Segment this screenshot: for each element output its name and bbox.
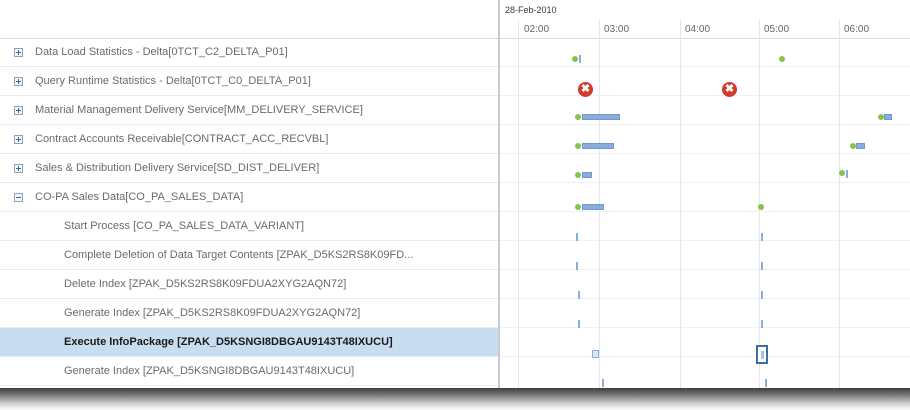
run-bar[interactable] [884, 114, 892, 120]
tree-row-execute-infopackage[interactable]: Execute InfoPackage [ZPAK_D5KSNGI8DBGAU9… [0, 328, 498, 357]
run-marker[interactable] [761, 233, 763, 241]
expand-plus-icon[interactable] [14, 47, 23, 57]
time-tick-label: 06:00 [844, 24, 870, 35]
time-tick-label: 02:00 [524, 24, 550, 35]
tree-row-label: Complete Deletion of Data Target Content… [64, 249, 414, 261]
expand-plus-icon[interactable] [14, 76, 23, 86]
expand-plus-icon[interactable] [14, 134, 23, 144]
green-dot-icon[interactable] [572, 56, 578, 62]
timeline-date: 28-Feb-2010 [505, 5, 557, 15]
run-marker[interactable] [576, 233, 578, 241]
run-marker[interactable] [579, 55, 581, 63]
tree-row-label: Generate Index [ZPAK_D5KSNGI8DBGAU9143T4… [64, 365, 355, 377]
run-marker[interactable] [765, 379, 767, 387]
run-bar[interactable] [582, 114, 620, 120]
run-bar[interactable] [582, 204, 604, 210]
selected-run-box[interactable] [756, 345, 768, 364]
gridline [518, 20, 519, 390]
bottom-shadow [0, 388, 910, 410]
tree-row-label: Sales & Distribution Delivery Service[SD… [35, 162, 320, 174]
time-tick-label: 03:00 [604, 24, 630, 35]
tree-row-generate-index-1[interactable]: Generate Index [ZPAK_D5KS2RS8K09FDUA2XYG… [0, 299, 498, 328]
green-dot-icon[interactable] [839, 170, 845, 176]
time-tick-label: 04:00 [685, 24, 711, 35]
tree-row-start-process[interactable]: Start Process [CO_PA_SALES_DATA_VARIANT] [0, 212, 498, 241]
tree-row-material-management[interactable]: Material Management Delivery Service[MM_… [0, 96, 498, 125]
green-dot-icon[interactable] [758, 204, 764, 210]
tree-row-query-runtime-statistics[interactable]: Query Runtime Statistics - Delta[0TCT_C0… [0, 67, 498, 96]
expand-plus-icon[interactable] [14, 105, 23, 115]
tree-row-label: Start Process [CO_PA_SALES_DATA_VARIANT] [64, 220, 305, 232]
green-dot-icon[interactable] [575, 143, 581, 149]
process-tree: Data Load Statistics - Delta[0TCT_C2_DEL… [0, 0, 498, 390]
time-tick-label: 05:00 [764, 24, 790, 35]
run-marker[interactable] [602, 379, 604, 387]
tree-row-label: Execute InfoPackage [ZPAK_D5KSNGI8DBGAU9… [64, 336, 393, 348]
error-x-icon[interactable]: ✖ [578, 82, 593, 97]
run-marker[interactable] [578, 291, 580, 299]
tree-row-complete-deletion[interactable]: Complete Deletion of Data Target Content… [0, 241, 498, 270]
run-marker[interactable] [846, 170, 848, 178]
run-bar[interactable] [582, 172, 592, 178]
tree-row-generate-index-2[interactable]: Generate Index [ZPAK_D5KSNGI8DBGAU9143T4… [0, 357, 498, 386]
tree-row-data-load-statistics[interactable]: Data Load Statistics - Delta[0TCT_C2_DEL… [0, 38, 498, 67]
error-x-icon[interactable]: ✖ [722, 82, 737, 97]
tree-row-sales-distribution[interactable]: Sales & Distribution Delivery Service[SD… [0, 154, 498, 183]
run-bar[interactable] [582, 143, 614, 149]
run-bar[interactable] [856, 143, 865, 149]
tree-row-label: CO-PA Sales Data[CO_PA_SALES_DATA] [35, 191, 244, 203]
tree-row-delete-index[interactable]: Delete Index [ZPAK_D5KS2RS8K09FDUA2XYG2A… [0, 270, 498, 299]
tree-row-label: Contract Accounts Receivable[CONTRACT_AC… [35, 133, 329, 145]
tree-row-label: Query Runtime Statistics - Delta[0TCT_C0… [35, 75, 311, 87]
run-marker[interactable] [761, 320, 763, 328]
green-dot-icon[interactable] [779, 56, 785, 62]
tree-row-copa-sales-data[interactable]: CO-PA Sales Data[CO_PA_SALES_DATA] [0, 183, 498, 212]
run-marker[interactable] [592, 350, 599, 358]
run-marker[interactable] [578, 320, 580, 328]
gridline [680, 20, 681, 390]
green-dot-icon[interactable] [575, 204, 581, 210]
tree-row-contract-accounts[interactable]: Contract Accounts Receivable[CONTRACT_AC… [0, 125, 498, 154]
expand-plus-icon[interactable] [14, 163, 23, 173]
process-chain-monitor: Data Load Statistics - Delta[0TCT_C2_DEL… [0, 0, 910, 410]
run-marker[interactable] [761, 262, 763, 270]
tree-header [0, 0, 498, 39]
run-marker[interactable] [576, 262, 578, 270]
run-marker[interactable] [761, 291, 763, 299]
tree-row-label: Delete Index [ZPAK_D5KS2RS8K09FDUA2XYG2A… [64, 278, 347, 290]
timeline-panel: 28-Feb-2010 02:00 03:00 04:00 05:00 06:0… [500, 0, 910, 390]
tree-row-label: Data Load Statistics - Delta[0TCT_C2_DEL… [35, 46, 288, 58]
tree-row-label: Material Management Delivery Service[MM_… [35, 104, 363, 116]
green-dot-icon[interactable] [575, 172, 581, 178]
green-dot-icon[interactable] [575, 114, 581, 120]
collapse-minus-icon[interactable] [14, 192, 23, 202]
gridline [839, 20, 840, 390]
tree-row-label: Generate Index [ZPAK_D5KS2RS8K09FDUA2XYG… [64, 307, 361, 319]
